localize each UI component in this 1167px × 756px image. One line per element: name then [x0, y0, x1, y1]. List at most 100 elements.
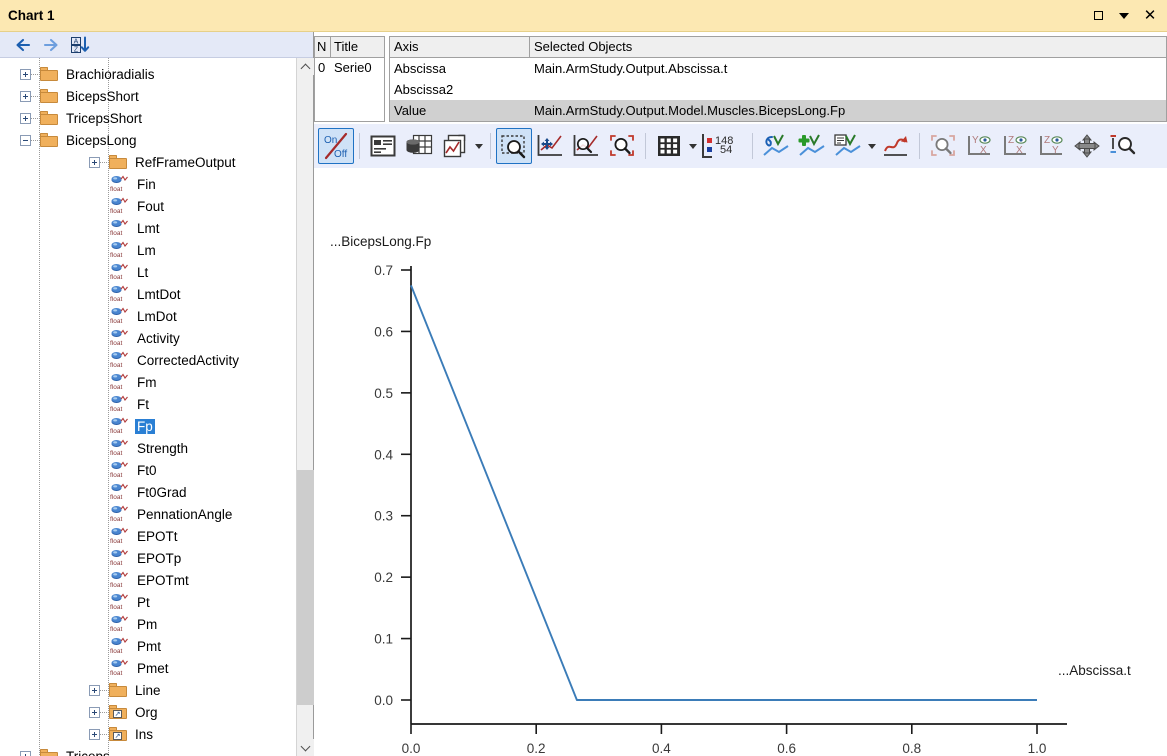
window-menu-button[interactable] [1111, 3, 1137, 29]
view-horizontal-label: X [980, 145, 987, 156]
tree-item-tricepsshort[interactable]: TricepsShort [20, 107, 144, 129]
series-list-grid[interactable]: N Title 0 Serie0 [314, 36, 385, 122]
expand-icon[interactable] [89, 684, 100, 696]
float-variable-icon: float [110, 175, 130, 193]
expand-icon[interactable] [20, 112, 31, 124]
tree-item-lmdot[interactable]: float LmDot [89, 305, 179, 327]
axis-name: Abscissa2 [394, 82, 454, 97]
view-zx-icon[interactable]: Z X [997, 128, 1033, 164]
tree-item-label: BicepsLong [66, 132, 137, 148]
x-axis-tick-label: 0.8 [902, 741, 921, 756]
float-variable-icon: float [110, 505, 130, 523]
tree-item-triceps[interactable]: Triceps [20, 745, 112, 756]
point-counter-icon[interactable]: 148 54 [699, 128, 747, 164]
tree-item-label: LmtDot [137, 286, 181, 302]
axis-row-abscissa[interactable]: Abscissa Main.ArmStudy.Output.Abscissa.t [390, 58, 1166, 79]
float-variable-icon: float [110, 571, 130, 589]
properties-panel-icon[interactable] [365, 128, 401, 164]
grid-toggle-icon[interactable] [651, 128, 687, 164]
tree-item-ft0grad[interactable]: float Ft0Grad [89, 481, 189, 503]
expand-icon[interactable] [20, 68, 31, 80]
grid-dropdown-icon[interactable] [687, 128, 699, 164]
expand-icon[interactable] [20, 90, 31, 102]
folder-icon [40, 111, 58, 125]
axis-row-abscissa2[interactable]: Abscissa2 [390, 79, 1166, 100]
tree-item-correctedactivity[interactable]: float CorrectedActivity [89, 349, 241, 371]
tree-item-epott[interactable]: float EPOTt [89, 525, 180, 547]
tree-item-org[interactable]: ↗ Org [89, 701, 160, 723]
new-chart-icon[interactable] [437, 128, 473, 164]
back-arrow-icon[interactable] [14, 37, 32, 53]
tree-vertical-scrollbar[interactable] [296, 58, 314, 756]
scrollbar-thumb[interactable] [297, 470, 314, 705]
object-tree[interactable]: Brachioradialis BicepsShort TricepsShort Bi… [0, 58, 313, 756]
tree-item-epotp[interactable]: float EPOTp [89, 547, 183, 569]
tree-item-ins[interactable]: ↗ Ins [89, 723, 155, 745]
scroll-up-button[interactable] [297, 58, 314, 75]
pan-chart-icon[interactable] [532, 128, 568, 164]
forward-arrow-icon[interactable] [42, 37, 60, 53]
tree-rows-container: Brachioradialis BicepsShort TricepsShort Bi… [0, 58, 282, 756]
view-zy-icon[interactable]: Z Y [1033, 128, 1069, 164]
expand-icon[interactable] [89, 706, 100, 718]
tree-item-brachioradialis[interactable]: Brachioradialis [20, 63, 157, 85]
tree-item-pennationangle[interactable]: float PennationAngle [89, 503, 234, 525]
axis-row-value[interactable]: Value Main.ArmStudy.Output.Model.Muscles… [390, 100, 1166, 121]
tree-item-lmtdot[interactable]: float LmtDot [89, 283, 183, 305]
chart-plot-area[interactable]: ...BicepsLong.Fp ...Abscissa.t 0.0 0.1 0.2… [314, 168, 1167, 756]
curve-properties-icon[interactable] [830, 128, 866, 164]
curve-properties-dropdown-icon[interactable] [866, 128, 878, 164]
svg-text:float: float [110, 252, 122, 259]
data-table-icon[interactable] [401, 128, 437, 164]
tree-item-ft0[interactable]: float Ft0 [89, 459, 159, 481]
zoom-chart-icon[interactable] [568, 128, 604, 164]
tree-item-pmt[interactable]: float Pmt [89, 635, 163, 657]
tree-item-label: Pmet [137, 660, 169, 676]
axis-object-path: Main.ArmStudy.Output.Model.Muscles.Bicep… [534, 103, 846, 118]
view-yx-icon[interactable]: Y X [961, 128, 997, 164]
onoff-toggle-button[interactable]: On Off [318, 128, 354, 164]
zoom-fit-icon[interactable] [604, 128, 640, 164]
new-chart-dropdown-icon[interactable] [473, 128, 485, 164]
curve-undo-icon[interactable] [758, 128, 794, 164]
curve-redo-icon[interactable] [878, 128, 914, 164]
close-button[interactable]: ✕ [1137, 3, 1163, 29]
tree-item-activity[interactable]: float Activity [89, 327, 182, 349]
tree-item-line[interactable]: Line [89, 679, 163, 701]
tree-connector [100, 711, 109, 713]
vertical-zoom-icon[interactable] [1105, 128, 1141, 164]
tree-item-ft[interactable]: float Ft [89, 393, 151, 415]
tree-item-bicepsshort[interactable]: BicepsShort [20, 85, 141, 107]
tree-item-fp[interactable]: float Fp [89, 415, 155, 437]
view-vertical-label: Z [1008, 135, 1014, 146]
tree-item-lt[interactable]: float Lt [89, 261, 150, 283]
folder-icon [40, 67, 58, 81]
tree-item-refframeoutput[interactable]: RefFrameOutput [89, 151, 238, 173]
tree-item-strength[interactable]: float Strength [89, 437, 190, 459]
tree-item-lm[interactable]: float Lm [89, 239, 158, 261]
tree-item-label: Brachioradialis [66, 66, 155, 82]
sort-az-icon[interactable]: A Z [70, 36, 90, 54]
expand-icon[interactable] [20, 750, 31, 756]
tree-item-pmet[interactable]: float Pmet [89, 657, 171, 679]
curve-add-icon[interactable] [794, 128, 830, 164]
series-row[interactable]: 0 Serie0 [315, 58, 384, 78]
move-view-icon[interactable] [1069, 128, 1105, 164]
tree-item-fout[interactable]: float Fout [89, 195, 166, 217]
tree-item-pm[interactable]: float Pm [89, 613, 159, 635]
scroll-down-button[interactable] [297, 739, 314, 756]
tree-item-lmt[interactable]: float Lmt [89, 217, 162, 239]
tree-item-fm[interactable]: float Fm [89, 371, 159, 393]
expand-icon[interactable] [89, 728, 100, 740]
tree-item-epotmt[interactable]: float EPOTmt [89, 569, 191, 591]
expand-icon[interactable] [89, 156, 100, 168]
tree-item-bicepslong[interactable]: BicepsLong [20, 129, 139, 151]
collapse-icon[interactable] [20, 134, 31, 146]
axis-mapping-grid[interactable]: Axis Selected Objects Abscissa Main.ArmS… [389, 36, 1167, 122]
tree-item-fin[interactable]: float Fin [89, 173, 158, 195]
tree-item-pt[interactable]: float Pt [89, 591, 152, 613]
marquee-zoom-icon[interactable] [496, 128, 532, 164]
tree-item-label: RefFrameOutput [135, 154, 236, 170]
maximize-button[interactable] [1085, 3, 1111, 29]
zoom-selection-icon[interactable] [925, 128, 961, 164]
